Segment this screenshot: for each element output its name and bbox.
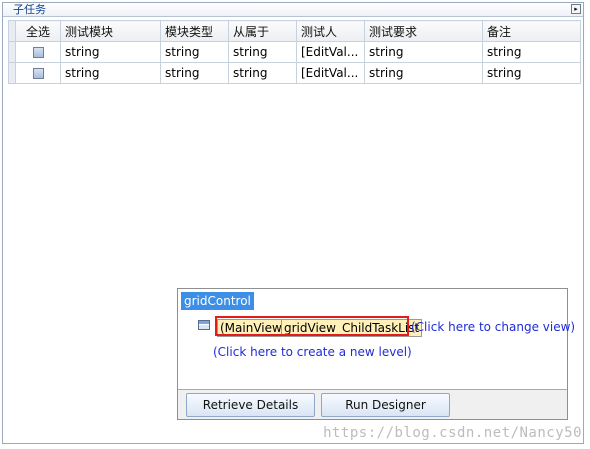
column-header-belongs-to[interactable]: 从属于 bbox=[228, 20, 297, 42]
cell-belongs-to[interactable]: string bbox=[228, 62, 297, 84]
run-designer-button[interactable]: Run Designer bbox=[321, 393, 450, 417]
retrieve-details-button[interactable]: Retrieve Details bbox=[186, 393, 315, 417]
create-new-level-link[interactable]: (Click here to create a new level) bbox=[213, 345, 412, 359]
watermark: https://blog.csdn.net/Nancy50 bbox=[323, 425, 582, 441]
column-header-tester[interactable]: 测试人 bbox=[296, 20, 365, 42]
table-row[interactable]: string string string [EditVal... string … bbox=[8, 62, 581, 84]
column-header-test-requirement[interactable]: 测试要求 bbox=[364, 20, 483, 42]
select-checkbox-cell[interactable] bbox=[15, 62, 61, 84]
column-header-module-type[interactable]: 模块类型 bbox=[160, 20, 229, 42]
cell-remark[interactable]: string bbox=[482, 62, 581, 84]
cell-module-type[interactable]: string bbox=[160, 62, 229, 84]
grid-view-icon bbox=[198, 320, 210, 330]
cell-tester[interactable]: [EditVal... bbox=[296, 41, 365, 63]
cell-belongs-to[interactable]: string bbox=[228, 41, 297, 63]
grid-designer-panel: gridControl (MainView) gridView_ChildTas… bbox=[177, 288, 575, 420]
designer-title: gridControl bbox=[181, 292, 254, 310]
groupbox-title: 子任务 bbox=[13, 3, 46, 16]
change-view-link[interactable]: (Click here to change view) bbox=[411, 320, 575, 334]
cell-module-type[interactable]: string bbox=[160, 41, 229, 63]
cell-test-requirement[interactable]: string bbox=[364, 62, 483, 84]
checkbox[interactable] bbox=[32, 68, 44, 79]
designer-level-area: gridControl (MainView) gridView_ChildTas… bbox=[178, 289, 575, 390]
cell-test-module[interactable]: string bbox=[60, 41, 161, 63]
subtask-grid[interactable]: 全选 测试模块 模块类型 从属于 测试人 测试要求 备注 string stri… bbox=[8, 20, 581, 84]
cell-tester[interactable]: [EditVal... bbox=[296, 62, 365, 84]
table-row[interactable]: string string string [EditVal... string … bbox=[8, 41, 581, 63]
cell-remark[interactable]: string bbox=[482, 41, 581, 63]
column-header-select-all[interactable]: 全选 bbox=[15, 20, 61, 42]
checkbox[interactable] bbox=[32, 47, 44, 58]
cell-test-module[interactable]: string bbox=[60, 62, 161, 84]
column-header-remark[interactable]: 备注 bbox=[482, 20, 581, 42]
select-checkbox-cell[interactable] bbox=[15, 41, 61, 63]
highlight-box bbox=[215, 316, 409, 336]
groupbox-header: 子任务 ▸ bbox=[3, 3, 583, 17]
row-indicator[interactable] bbox=[8, 41, 16, 63]
collapse-arrow-icon[interactable]: ▸ bbox=[571, 4, 581, 14]
grid-header-row: 全选 测试模块 模块类型 从属于 测试人 测试要求 备注 bbox=[8, 20, 581, 42]
row-indicator[interactable] bbox=[8, 62, 16, 84]
cell-test-requirement[interactable]: string bbox=[364, 41, 483, 63]
row-indicator-header bbox=[8, 20, 16, 42]
column-header-test-module[interactable]: 测试模块 bbox=[60, 20, 161, 42]
